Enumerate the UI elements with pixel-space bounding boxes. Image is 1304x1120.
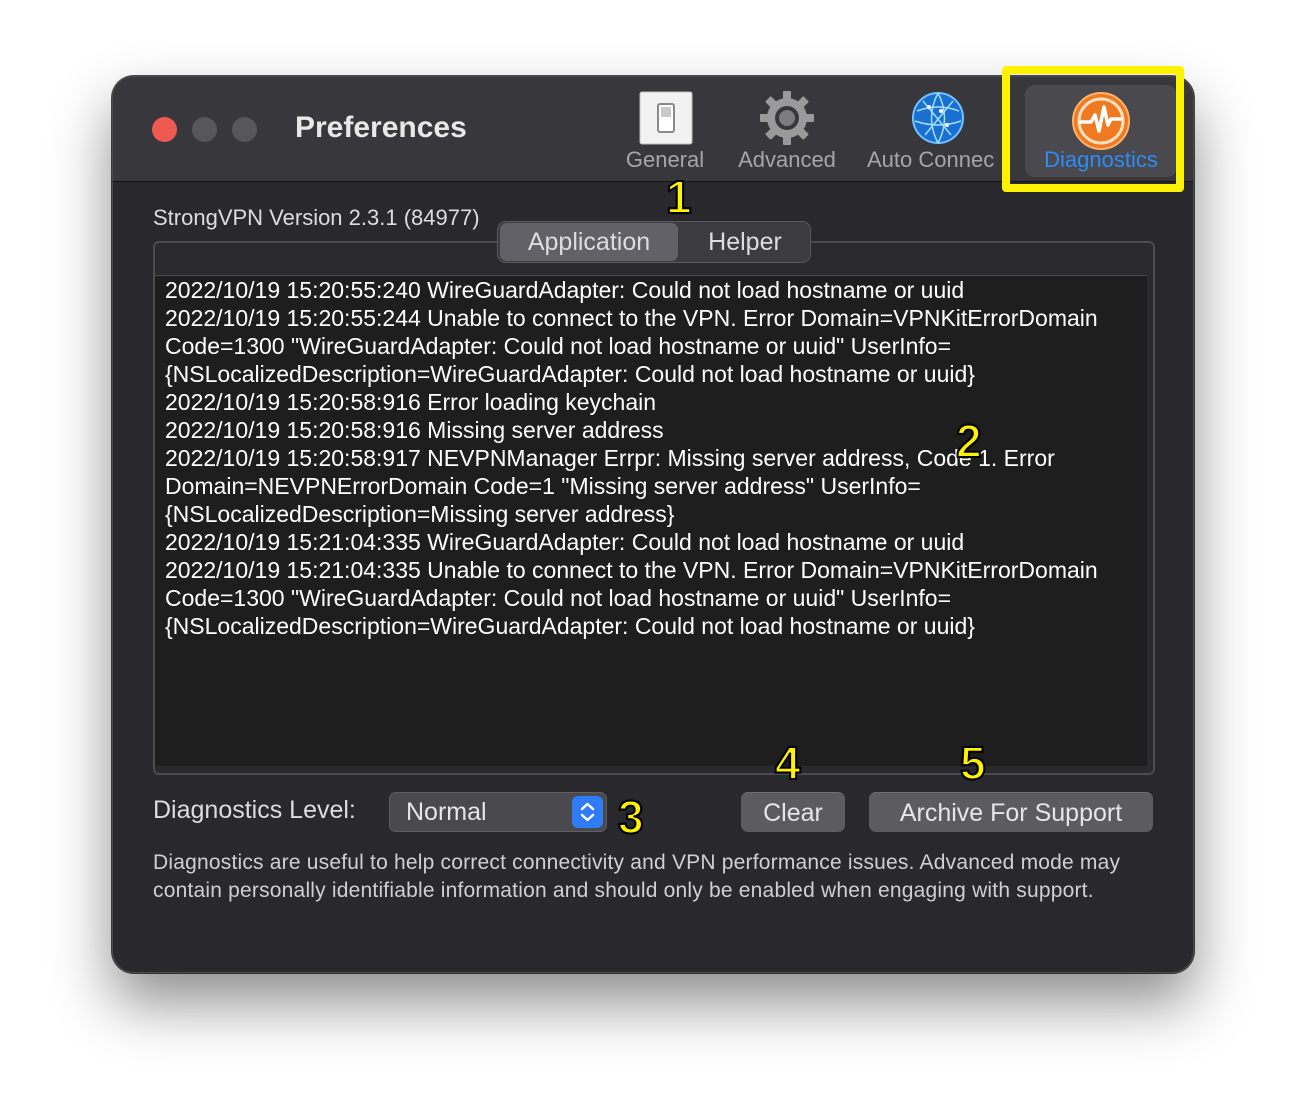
globe-icon xyxy=(912,92,964,144)
log-line: 2022/10/19 15:21:04:335 WireGuardAdapter… xyxy=(165,529,965,555)
toolbar-auto-connect-label: Auto Connec xyxy=(867,147,995,172)
preferences-window: Preferences General Advanced Auto Connec… xyxy=(112,76,1194,973)
gear-icon xyxy=(760,91,814,145)
log-line: 2022/10/19 15:20:55:240 WireGuardAdapter… xyxy=(165,277,965,303)
diagnostics-level-value: Normal xyxy=(406,798,487,826)
minimize-button[interactable] xyxy=(192,117,217,142)
log-source-segmented-control: Application Helper xyxy=(497,221,811,263)
archive-for-support-button[interactable]: Archive For Support xyxy=(869,792,1153,832)
tab-application[interactable]: Application xyxy=(500,223,678,261)
annotation-marker-1: 1 xyxy=(665,170,693,224)
switch-icon xyxy=(639,91,693,145)
log-view[interactable]: 2022/10/19 15:20:55:240 WireGuardAdapter… xyxy=(155,275,1147,766)
annotation-marker-2: 2 xyxy=(955,414,983,468)
help-text: Diagnostics are useful to help correct c… xyxy=(153,851,1121,902)
diagnostics-highlight-box xyxy=(1002,66,1184,192)
annotation-marker-3: 3 xyxy=(617,790,645,844)
toolbar-auto-connect[interactable]: Auto Connec xyxy=(861,77,1005,181)
clear-button[interactable]: Clear xyxy=(741,792,845,832)
tab-helper[interactable]: Helper xyxy=(682,222,808,262)
window-title: Preferences xyxy=(295,111,467,144)
toolbar-advanced-label: Advanced xyxy=(738,147,836,172)
annotation-marker-4: 4 xyxy=(774,736,802,790)
log-line: 2022/10/19 15:20:55:244 Unable to connec… xyxy=(165,305,1098,387)
log-text: 2022/10/19 15:20:55:240 WireGuardAdapter… xyxy=(165,276,1140,640)
version-label: StrongVPN Version 2.3.1 (84977) xyxy=(153,205,480,230)
toolbar-general[interactable]: General xyxy=(615,77,715,181)
chevron-updown-icon xyxy=(572,796,603,828)
annotation-marker-5: 5 xyxy=(959,736,987,790)
toolbar-advanced[interactable]: Advanced xyxy=(725,77,849,181)
log-line: 2022/10/19 15:20:58:916 Error loading ke… xyxy=(165,389,657,415)
close-button[interactable] xyxy=(152,117,177,142)
toolbar-general-label: General xyxy=(625,147,705,172)
zoom-button[interactable] xyxy=(232,117,257,142)
log-line: 2022/10/19 15:20:58:916 Missing server a… xyxy=(165,417,664,443)
log-line: 2022/10/19 15:20:58:917 NEVPNManager Err… xyxy=(165,445,1055,527)
diagnostics-level-select[interactable]: Normal xyxy=(389,792,607,832)
diagnostics-level-label: Diagnostics Level: xyxy=(153,796,356,824)
log-line: 2022/10/19 15:21:04:335 Unable to connec… xyxy=(165,557,1098,639)
